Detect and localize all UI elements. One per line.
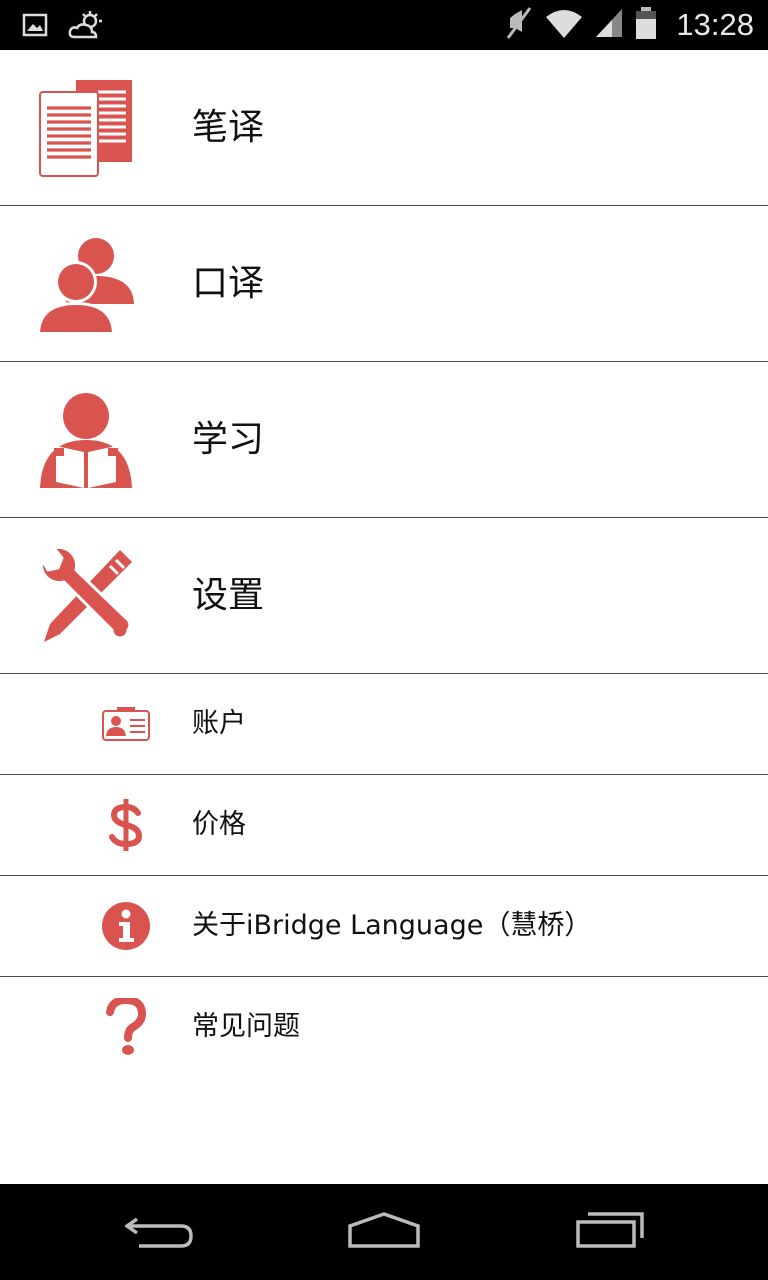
menu-item-pricing[interactable]: 价格 bbox=[0, 775, 768, 876]
menu-item-written-translation[interactable]: 笔译 bbox=[0, 50, 768, 206]
menu-item-study[interactable]: 学习 bbox=[0, 362, 768, 518]
clock: 13:28 bbox=[676, 7, 754, 42]
menu-item-interpretation[interactable]: 口译 bbox=[0, 206, 768, 362]
menu-item-settings[interactable]: 设置 bbox=[0, 518, 768, 674]
people-icon bbox=[36, 234, 136, 334]
menu-item-label: 设置 bbox=[192, 575, 265, 616]
menu-item-faq[interactable]: 常见问题 bbox=[0, 977, 768, 1078]
wifi-icon bbox=[544, 7, 584, 43]
mute-icon bbox=[504, 6, 534, 44]
document-icon bbox=[36, 78, 136, 178]
home-icon bbox=[346, 1210, 422, 1254]
menu-item-label: 学习 bbox=[192, 419, 265, 460]
main-menu: 笔译 口译 学习 设置 账户 价格 关于iBridge Language（慧桥）… bbox=[0, 50, 768, 1078]
menu-item-account[interactable]: 账户 bbox=[0, 674, 768, 775]
menu-item-label: 账户 bbox=[192, 708, 246, 739]
question-icon bbox=[98, 998, 154, 1055]
recents-button[interactable] bbox=[550, 1202, 670, 1262]
menu-item-label: 常见问题 bbox=[192, 1011, 300, 1042]
back-button[interactable] bbox=[100, 1202, 220, 1262]
tools-icon bbox=[36, 546, 136, 646]
info-icon bbox=[98, 898, 154, 954]
reader-icon bbox=[36, 390, 136, 490]
home-button[interactable] bbox=[324, 1202, 444, 1262]
menu-item-label: 笔译 bbox=[192, 107, 265, 148]
battery-icon bbox=[634, 6, 658, 44]
signal-icon bbox=[594, 7, 624, 43]
menu-item-label: 价格 bbox=[192, 809, 246, 840]
dollar-icon bbox=[98, 797, 154, 853]
weather-icon bbox=[68, 10, 104, 44]
status-bar: 13:28 bbox=[0, 0, 768, 50]
back-icon bbox=[123, 1210, 195, 1254]
image-icon bbox=[22, 12, 48, 42]
id-card-icon bbox=[98, 696, 154, 752]
navigation-bar bbox=[0, 1184, 768, 1280]
menu-item-label: 关于iBridge Language（慧桥） bbox=[192, 910, 592, 941]
menu-item-label: 口译 bbox=[192, 263, 265, 304]
recents-icon bbox=[574, 1210, 646, 1254]
menu-item-about[interactable]: 关于iBridge Language（慧桥） bbox=[0, 876, 768, 977]
